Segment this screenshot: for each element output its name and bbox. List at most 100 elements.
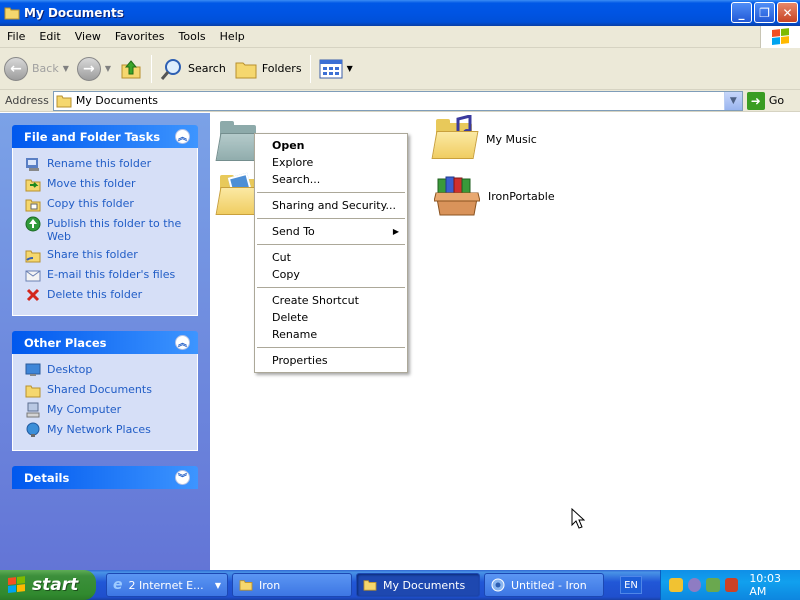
views-dropdown-icon[interactable]: ▼ [347, 64, 353, 73]
file-folder-tasks-header[interactable]: File and Folder Tasks ︽ [12, 125, 198, 148]
tray-app-icon[interactable] [687, 578, 702, 592]
taskbar-untitled-iron[interactable]: Untitled - Iron [484, 573, 604, 597]
folders-label: Folders [261, 62, 302, 75]
taskbar-label: My Documents [383, 578, 466, 592]
menu-view[interactable]: View [68, 30, 108, 43]
panel-title: File and Folder Tasks [24, 129, 161, 144]
move-icon [25, 179, 41, 192]
system-tray: 10:03 AM [660, 570, 800, 600]
menu-help[interactable]: Help [213, 30, 252, 43]
ctx-explore[interactable]: Explore [255, 154, 407, 171]
task-email-files[interactable]: E-mail this folder's files [25, 267, 187, 283]
task-pane: File and Folder Tasks ︽ Rename this fold… [0, 113, 210, 570]
security-alert-icon[interactable] [724, 578, 739, 592]
folder-icon [56, 95, 72, 107]
forward-button[interactable]: → ▼ [73, 52, 115, 86]
task-share-folder[interactable]: Share this folder [25, 247, 187, 263]
folder-icon [239, 580, 253, 591]
up-folder-button[interactable] [115, 52, 147, 86]
submenu-arrow-icon: ▶ [392, 227, 399, 236]
taskbar-label: Untitled - Iron [511, 578, 587, 592]
ctx-send-to[interactable]: Send To ▶ [255, 223, 407, 240]
menu-tools[interactable]: Tools [172, 30, 213, 43]
task-label: Publish this folder to the Web [47, 217, 182, 243]
menu-favorites[interactable]: Favorites [108, 30, 172, 43]
desktop-icon [25, 363, 41, 376]
email-icon [25, 270, 41, 282]
taskbar-label: 2 Internet E... [128, 578, 204, 592]
taskbar: start e 2 Internet E... ▼ Iron My Docume… [0, 570, 800, 600]
music-folder-icon [431, 115, 479, 159]
collapse-chevron-icon[interactable]: ︽ [175, 129, 190, 144]
panel-title: Details [24, 470, 70, 485]
taskbar-label: Iron [259, 578, 281, 592]
language-indicator[interactable]: EN [620, 576, 642, 594]
network-tray-icon[interactable] [706, 578, 720, 592]
ctx-create-shortcut[interactable]: Create Shortcut [255, 292, 407, 309]
maximize-button[interactable]: ❐ [754, 2, 775, 23]
place-my-computer[interactable]: My Computer [25, 402, 187, 418]
windows-logo-icon [8, 576, 26, 594]
ctx-copy[interactable]: Copy [255, 266, 407, 283]
address-dropdown-icon[interactable]: ▼ [723, 91, 742, 110]
back-button[interactable]: ← Back ▼ [0, 52, 73, 86]
details-header[interactable]: Details ︾ [12, 466, 198, 489]
computer-icon [26, 402, 40, 418]
iron-browser-icon [491, 578, 505, 592]
details-panel: Details ︾ [12, 466, 198, 489]
shared-folder-icon [25, 385, 41, 398]
taskbar-internet-explorer[interactable]: e 2 Internet E... ▼ [106, 573, 228, 597]
address-input[interactable]: My Documents ▼ [52, 90, 743, 111]
minimize-button[interactable]: _ [731, 2, 752, 23]
back-dropdown-icon[interactable]: ▼ [63, 64, 69, 73]
other-places-header[interactable]: Other Places ︽ [12, 331, 198, 354]
go-arrow-icon: ➜ [746, 91, 765, 110]
ctx-sharing-security[interactable]: Sharing and Security... [255, 197, 407, 214]
folder-icon [4, 6, 20, 20]
menu-file[interactable]: File [0, 30, 32, 43]
task-label: E-mail this folder's files [47, 268, 176, 281]
ctx-cut[interactable]: Cut [255, 249, 407, 266]
menu-edit[interactable]: Edit [32, 30, 67, 43]
expand-chevron-icon[interactable]: ︾ [175, 470, 190, 485]
task-publish-web[interactable]: Publish this folder to the Web [25, 216, 187, 243]
title-bar[interactable]: My Documents _ ❐ ✕ [0, 0, 800, 26]
copy-icon [25, 199, 41, 212]
security-shield-icon[interactable] [669, 578, 683, 592]
views-button[interactable]: ▼ [315, 52, 357, 86]
taskbar-my-documents[interactable]: My Documents [356, 573, 480, 597]
place-shared-documents[interactable]: Shared Documents [25, 382, 187, 398]
folders-button[interactable]: Folders [230, 52, 306, 86]
taskbar-iron[interactable]: Iron [232, 573, 352, 597]
delete-x-icon [26, 288, 40, 302]
my-music-item[interactable]: My Music [431, 115, 537, 159]
clock[interactable]: 10:03 AM [749, 572, 800, 598]
forward-dropdown-icon[interactable]: ▼ [105, 64, 111, 73]
other-places-panel: Other Places ︽ Desktop Shared Documents … [12, 331, 198, 451]
collapse-chevron-icon[interactable]: ︽ [175, 335, 190, 350]
place-desktop[interactable]: Desktop [25, 362, 187, 378]
ctx-rename[interactable]: Rename [255, 326, 407, 343]
toolbar: ← Back ▼ → ▼ Search Folders ▼ [0, 48, 800, 90]
search-button[interactable]: Search [156, 52, 230, 86]
group-dropdown-icon: ▼ [214, 580, 221, 590]
ctx-search[interactable]: Search... [255, 171, 407, 188]
start-button[interactable]: start [0, 570, 96, 600]
address-value: My Documents [75, 94, 159, 107]
task-delete-folder[interactable]: Delete this folder [25, 287, 187, 303]
ironportable-item[interactable]: IronPortable [434, 175, 555, 217]
ctx-properties[interactable]: Properties [255, 352, 407, 369]
go-button[interactable]: ➜ Go [746, 91, 784, 110]
ctx-delete[interactable]: Delete [255, 309, 407, 326]
task-rename-folder[interactable]: Rename this folder [25, 156, 187, 172]
menu-separator [257, 244, 405, 245]
task-label: Delete this folder [47, 288, 143, 301]
place-network-places[interactable]: My Network Places [25, 422, 187, 438]
close-button[interactable]: ✕ [777, 2, 798, 23]
toolbar-separator [151, 54, 153, 83]
ctx-open[interactable]: Open [255, 137, 407, 154]
task-move-folder[interactable]: Move this folder [25, 176, 187, 192]
place-label: My Computer [47, 403, 122, 416]
task-copy-folder[interactable]: Copy this folder [25, 196, 187, 212]
menu-separator [257, 218, 405, 219]
